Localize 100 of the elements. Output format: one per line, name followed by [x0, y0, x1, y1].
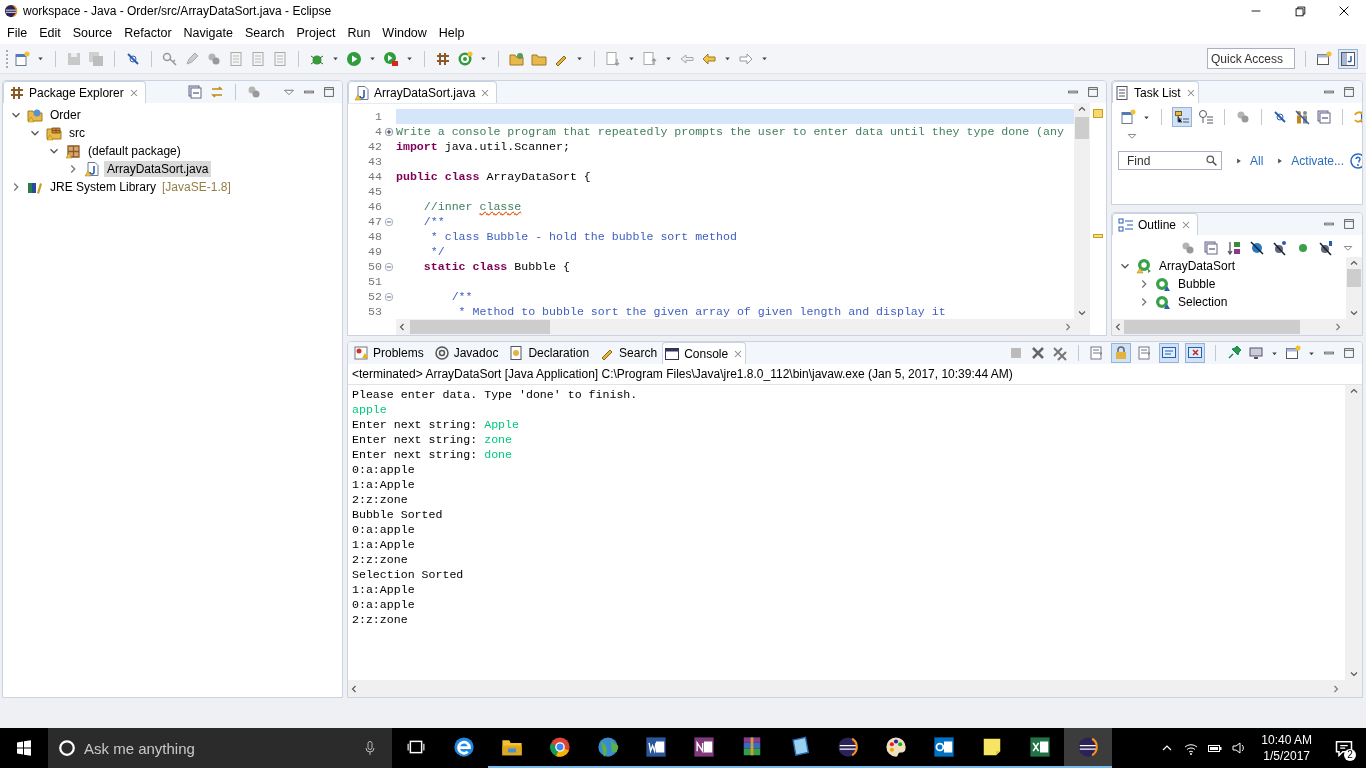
vertical-scrollbar[interactable] [1345, 385, 1362, 680]
hide-local-icon[interactable] [1318, 239, 1334, 256]
quick-access-field[interactable]: Quick Access [1207, 48, 1295, 69]
close-icon[interactable] [1337, 4, 1351, 18]
run-icon[interactable] [346, 50, 362, 67]
remove-all-icon[interactable] [1052, 345, 1068, 361]
view-tab[interactable]: Package Explorer [3, 81, 146, 103]
horizontal-scrollbar[interactable] [1112, 319, 1362, 335]
collapse-all-icon[interactable] [1316, 109, 1332, 125]
categorized-icon[interactable] [1174, 109, 1190, 125]
collapse-all-icon[interactable] [1203, 239, 1219, 256]
package-icon[interactable] [435, 50, 451, 67]
microphone-icon[interactable] [362, 740, 378, 756]
tree-item[interactable]: ArrayDataSort.java [104, 161, 212, 177]
open-folder-icon[interactable] [509, 50, 525, 67]
taskbar-button[interactable] [1064, 728, 1112, 768]
overview-marker[interactable] [1093, 109, 1103, 118]
tree-item[interactable]: Selection [1175, 294, 1231, 310]
pin-icon[interactable] [1226, 345, 1242, 361]
gears-icon[interactable] [246, 84, 262, 100]
maximize-icon[interactable] [1086, 85, 1100, 99]
clock-date[interactable]: 1/5/2017 [1263, 748, 1310, 764]
clock-time[interactable]: 10:40 AM [1261, 732, 1312, 748]
word-wrap-icon[interactable] [1137, 345, 1153, 361]
clear-console-icon[interactable] [1089, 345, 1105, 361]
scroll-thumb[interactable] [1347, 269, 1361, 287]
horizontal-scrollbar[interactable] [396, 319, 1074, 335]
tree-item[interactable]: JRE System Library [47, 179, 160, 195]
caret-icon[interactable] [723, 54, 732, 63]
open-perspective-icon[interactable] [1316, 50, 1332, 67]
menu-item[interactable]: File [1, 26, 34, 40]
open-console-icon[interactable] [1285, 345, 1301, 361]
search-field[interactable]: Ask me anything [48, 728, 392, 768]
crossed-out-icon[interactable] [1272, 109, 1288, 125]
view-tab[interactable]: Declaration [503, 342, 595, 364]
vertical-scrollbar[interactable] [1346, 257, 1362, 319]
link-icon[interactable] [209, 84, 225, 100]
menu-item[interactable]: Search [238, 26, 291, 40]
find-field[interactable]: Find [1118, 151, 1222, 170]
caret-icon[interactable] [760, 54, 769, 63]
hide-fields-icon[interactable] [1249, 239, 1265, 256]
menu-item[interactable]: Navigate [177, 26, 239, 40]
vertical-scrollbar[interactable] [1074, 103, 1090, 335]
help-icon[interactable] [1350, 152, 1362, 169]
notification-icon[interactable] [1334, 738, 1354, 758]
fold-expand-icon[interactable] [383, 125, 395, 138]
link[interactable]: All [1250, 153, 1264, 168]
maximize-icon[interactable] [1342, 217, 1356, 231]
view-tab[interactable]: Outline [1112, 213, 1199, 235]
tree-item[interactable]: Order [47, 107, 84, 123]
caret-icon[interactable] [575, 54, 584, 63]
menu-item[interactable]: Run [341, 26, 377, 40]
show-on-error-icon[interactable] [1187, 345, 1203, 361]
view-tab[interactable]: Task List [1112, 81, 1199, 103]
caret-icon[interactable] [368, 54, 377, 63]
tree-item[interactable]: src [66, 125, 88, 141]
menu-item[interactable]: Project [290, 26, 342, 40]
key-icon[interactable] [162, 50, 178, 67]
maximize-icon[interactable] [1293, 4, 1307, 18]
overview-marker[interactable] [1093, 234, 1103, 238]
perspective-icon[interactable] [1340, 50, 1356, 67]
view-tab[interactable]: Console [662, 342, 747, 364]
remove-icon[interactable] [1030, 345, 1046, 361]
tree-item[interactable]: Bubble [1175, 276, 1219, 292]
sort-icon[interactable] [1226, 239, 1242, 256]
persons-icon[interactable] [1294, 109, 1310, 125]
scroll-lock-icon[interactable] [1113, 345, 1129, 361]
new-class-icon[interactable] [457, 50, 473, 67]
caret-icon[interactable] [36, 54, 45, 63]
menu-item[interactable]: Refactor [118, 26, 178, 40]
caret-icon[interactable] [405, 54, 414, 63]
show-on-output-icon[interactable] [1161, 345, 1177, 361]
caret-icon[interactable] [479, 54, 488, 63]
view-tab[interactable]: ArrayDataSort.java [348, 81, 498, 103]
page-up-icon[interactable] [642, 50, 658, 67]
maximize-icon[interactable] [1342, 85, 1356, 99]
new-task-icon[interactable] [1120, 109, 1136, 125]
maximize-icon[interactable] [1342, 346, 1356, 360]
collapse-all-icon[interactable] [187, 84, 203, 100]
scroll-thumb[interactable] [1075, 117, 1089, 139]
menu-item[interactable]: Help [432, 26, 471, 40]
hide-static-icon[interactable] [1272, 239, 1288, 256]
run-tools-icon[interactable] [383, 50, 399, 67]
caret-icon[interactable] [664, 54, 673, 63]
gears-icon[interactable] [1235, 109, 1251, 125]
view-tab[interactable]: Javadoc [428, 342, 504, 364]
view-tab[interactable]: Problems [348, 342, 429, 364]
menu-item[interactable]: Source [66, 26, 119, 40]
tree-item[interactable]: (default package) [85, 143, 184, 159]
maximize-icon[interactable] [322, 85, 336, 99]
view-tab[interactable]: Search [594, 342, 663, 364]
tree-item[interactable]: ArrayDataSort [1156, 258, 1239, 274]
caret-icon[interactable] [627, 54, 636, 63]
scroll-thumb[interactable] [1124, 320, 1300, 334]
caret-icon[interactable] [331, 54, 340, 63]
horizontal-scrollbar[interactable] [348, 680, 1362, 697]
scroll-thumb[interactable] [410, 320, 550, 334]
page-down-icon[interactable] [605, 50, 621, 67]
menu-item[interactable]: Window [376, 26, 433, 40]
scheduled-icon[interactable] [1198, 109, 1214, 125]
